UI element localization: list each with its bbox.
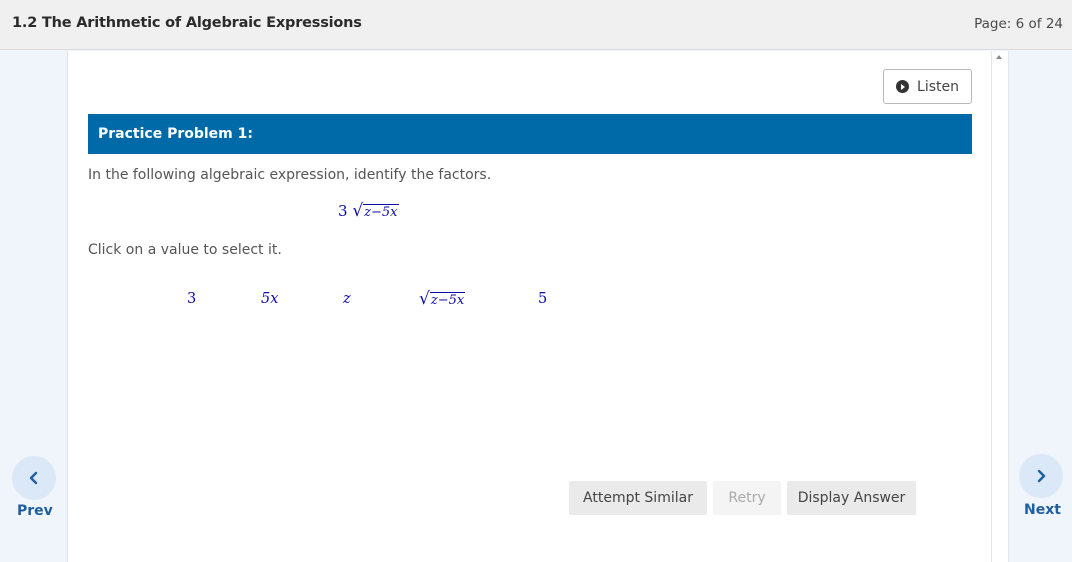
- problem-instruction: In the following algebraic expression, i…: [88, 167, 492, 183]
- choice-sqrt: √z−5x: [419, 289, 466, 309]
- expression-sqrt: √z−5x: [352, 201, 399, 221]
- scrollbar[interactable]: [991, 51, 1009, 562]
- content-panel: Listen Practice Problem 1: In the follow…: [67, 51, 991, 562]
- choice-z[interactable]: z: [343, 291, 351, 307]
- play-icon: [896, 80, 910, 93]
- expression-radicand: z−5x: [363, 204, 399, 220]
- attempt-similar-button[interactable]: Attempt Similar: [569, 481, 707, 515]
- choice-5x[interactable]: 5x: [261, 291, 278, 307]
- listen-button[interactable]: Listen: [883, 69, 972, 104]
- choice-5[interactable]: 5: [538, 291, 547, 307]
- choice-radicand: z−5x: [429, 292, 466, 308]
- scroll-up-arrow-icon[interactable]: [996, 55, 1002, 59]
- top-bar: 1.2 The Arithmetic of Algebraic Expressi…: [0, 0, 1072, 50]
- radical-sign: √: [419, 289, 430, 309]
- problem-header: Practice Problem 1:: [88, 114, 972, 154]
- page-indicator: Page: 6 of 24: [974, 16, 1063, 32]
- click-hint: Click on a value to select it.: [88, 242, 282, 258]
- math-expression: 3 √z−5x: [338, 201, 399, 221]
- chevron-right-icon: [1037, 469, 1046, 483]
- right-nav-panel: Next: [1009, 51, 1072, 562]
- expression-coefficient: 3: [338, 202, 348, 220]
- listen-label: Listen: [917, 78, 959, 95]
- next-button[interactable]: [1019, 454, 1063, 498]
- left-nav-panel: Prev: [0, 51, 67, 562]
- choice-3[interactable]: 3: [187, 291, 196, 307]
- prev-button[interactable]: [12, 456, 56, 500]
- section-title: 1.2 The Arithmetic of Algebraic Expressi…: [12, 15, 362, 31]
- problem-heading: Practice Problem 1:: [98, 126, 253, 142]
- choice-sqrt-z-5x[interactable]: √z−5x: [419, 289, 466, 309]
- chevron-left-icon: [29, 471, 38, 485]
- retry-button[interactable]: Retry: [713, 481, 781, 515]
- display-answer-button[interactable]: Display Answer: [787, 481, 916, 515]
- next-label[interactable]: Next: [1024, 502, 1061, 518]
- radical-sign: √: [352, 201, 364, 221]
- prev-label[interactable]: Prev: [17, 503, 53, 519]
